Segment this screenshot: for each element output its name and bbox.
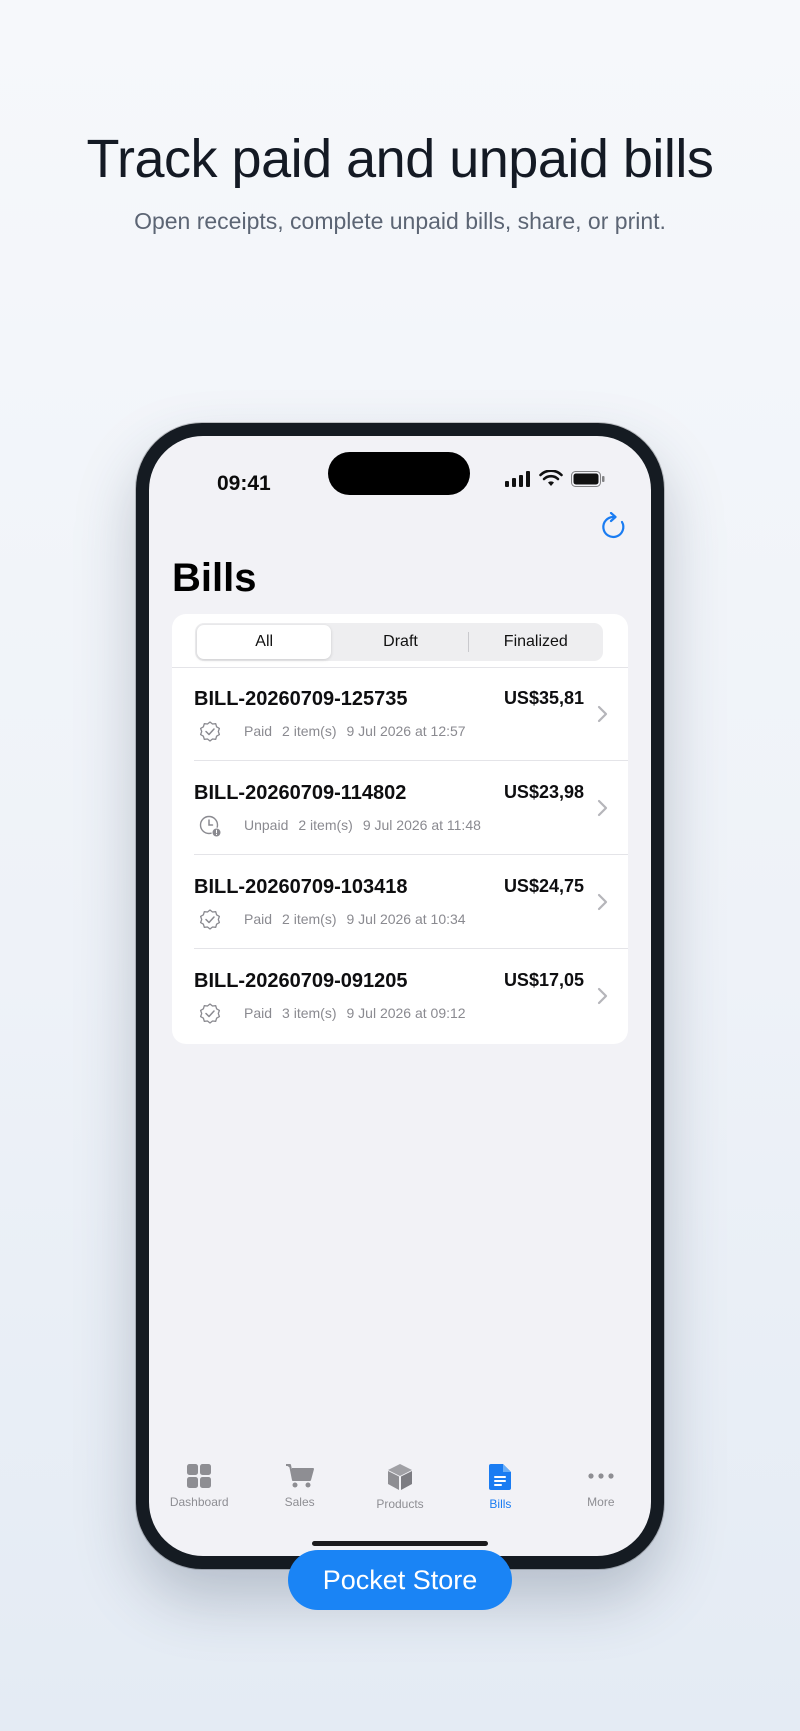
row-divider (194, 760, 628, 761)
bill-id: BILL-20260709-114802 (194, 782, 407, 804)
status-icons (505, 470, 605, 487)
subheadline: Open receipts, complete unpaid bills, sh… (134, 208, 666, 234)
signal-icon (505, 470, 530, 487)
segment-all[interactable]: All (197, 625, 332, 659)
bill-status: Paid (244, 911, 273, 927)
page-title: Bills (172, 556, 257, 600)
bill-date: 9 Jul 2026 at 10:34 (346, 911, 466, 927)
bill-meta: Paid 2 item(s) 9 Jul 2026 at 10:34 (244, 911, 466, 927)
bill-items: 2 item(s) (298, 817, 353, 833)
document-icon (489, 1464, 512, 1490)
row-divider (194, 948, 628, 949)
segmented-control: All Draft Finalized (195, 623, 603, 661)
bill-row[interactable]: BILL-20260709-125735 US$35,81 Paid 2 ite… (172, 668, 628, 761)
tab-products[interactable]: Products (350, 1463, 450, 1533)
bill-amount: US$24,75 (503, 876, 584, 896)
chevron-right-icon (597, 893, 608, 911)
bill-id: BILL-20260709-091205 (194, 970, 408, 992)
bill-meta: Unpaid 2 item(s) 9 Jul 2026 at 11:48 (244, 817, 481, 833)
bill-status: Paid (244, 723, 273, 739)
bill-row[interactable]: BILL-20260709-103418 US$24,75 Paid 2 ite… (172, 856, 628, 949)
battery-icon (571, 470, 605, 487)
headline: Track paid and unpaid bills (86, 129, 714, 189)
bills-card: All Draft Finalized BILL-20260709-125735… (172, 614, 628, 1044)
bill-id: BILL-20260709-125735 (194, 688, 408, 710)
bill-row[interactable]: BILL-20260709-114802 US$23,98 Unpaid 2 i… (172, 762, 628, 855)
row-divider (194, 854, 628, 855)
bill-items: 2 item(s) (282, 723, 337, 739)
box-icon (388, 1464, 413, 1490)
bill-items: 3 item(s) (282, 1005, 337, 1021)
bill-date: 9 Jul 2026 at 09:12 (346, 1005, 466, 1021)
wifi-icon (539, 470, 563, 486)
bill-items: 2 item(s) (282, 911, 337, 927)
bill-date: 9 Jul 2026 at 12:57 (346, 723, 466, 739)
home-indicator (312, 1541, 488, 1546)
tab-more[interactable]: More (551, 1463, 651, 1533)
segment-finalized[interactable]: Finalized (469, 623, 603, 661)
tab-label: Products (376, 1497, 424, 1511)
tab-label: Bills (489, 1497, 512, 1511)
cart-icon (285, 1464, 314, 1488)
bill-amount: US$17,05 (503, 970, 584, 990)
bill-row[interactable]: BILL-20260709-091205 US$17,05 Paid 3 ite… (172, 950, 628, 1043)
refresh-icon[interactable] (599, 512, 629, 542)
bill-meta: Paid 3 item(s) 9 Jul 2026 at 09:12 (244, 1005, 466, 1021)
tab-sales[interactable]: Sales (249, 1463, 349, 1533)
tab-label: Dashboard (169, 1495, 229, 1509)
status-time: 09:41 (217, 472, 271, 495)
dynamic-island (328, 452, 470, 495)
bill-id: BILL-20260709-103418 (194, 876, 408, 898)
bill-amount: US$35,81 (503, 688, 584, 708)
bill-meta: Paid 2 item(s) 9 Jul 2026 at 12:57 (244, 723, 466, 739)
bill-date: 9 Jul 2026 at 11:48 (362, 817, 481, 833)
tab-label: More (587, 1495, 615, 1509)
verified-check-icon (199, 721, 221, 742)
chevron-right-icon (597, 987, 608, 1005)
grid-icon (187, 1464, 212, 1488)
chevron-right-icon (597, 799, 608, 817)
tab-bills[interactable]: Bills (450, 1463, 550, 1533)
verified-check-icon (199, 909, 221, 930)
tab-label: Sales (284, 1495, 315, 1509)
chevron-right-icon (597, 705, 608, 723)
brand-badge: Pocket Store (288, 1550, 512, 1610)
tab-dashboard[interactable]: Dashboard (149, 1463, 249, 1533)
phone-screen: 09:41 Bills All Draft Finalized BILL-202… (149, 436, 651, 1556)
bill-status: Unpaid (244, 817, 289, 833)
segment-draft[interactable]: Draft (333, 623, 467, 661)
tab-bar: Dashboard Sales Products Bills More (149, 1463, 651, 1533)
clock-alert-icon (199, 815, 222, 838)
ellipsis-icon (588, 1473, 614, 1479)
phone-frame: 09:41 Bills All Draft Finalized BILL-202… (136, 423, 664, 1569)
verified-check-icon (199, 1003, 221, 1024)
bill-status: Paid (244, 1005, 273, 1021)
bill-amount: US$23,98 (503, 782, 584, 802)
